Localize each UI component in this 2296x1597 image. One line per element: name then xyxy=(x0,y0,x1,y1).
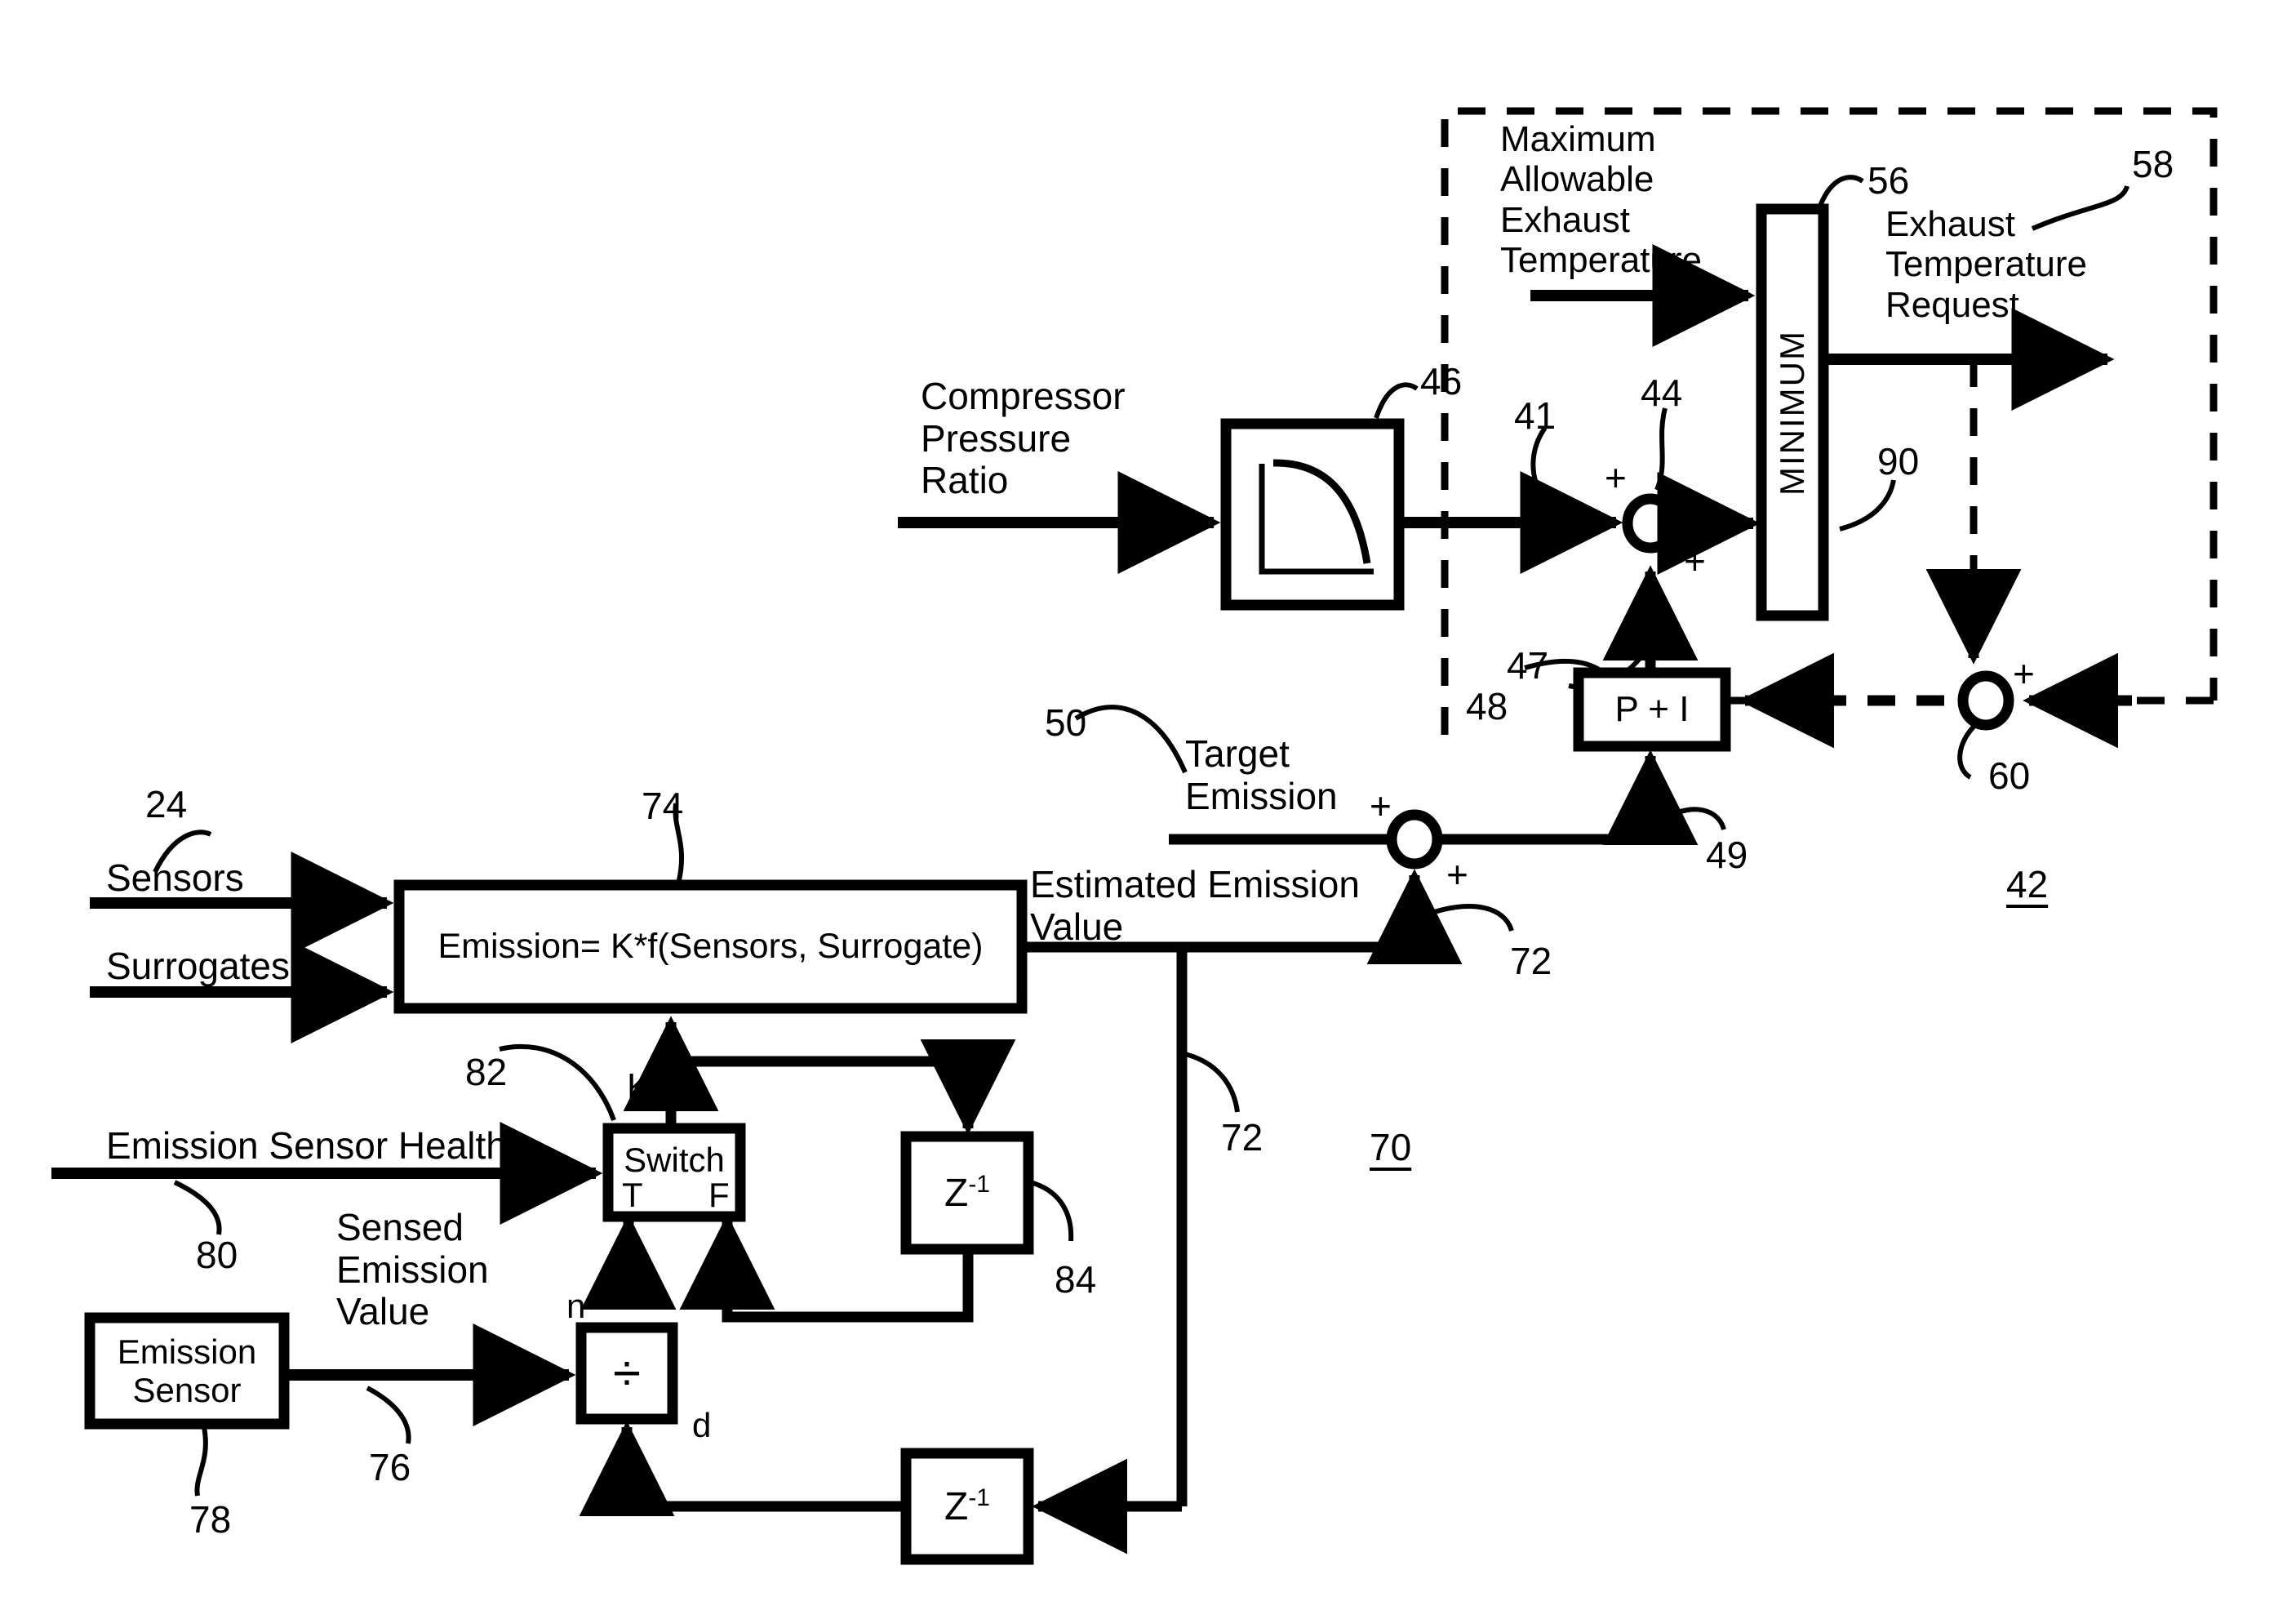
wire-K-to-unit-delay-84 xyxy=(671,1039,1016,1135)
unit-delay-84-label-wrap: Z-1 xyxy=(906,1137,1028,1249)
unit-delay-84-label: Z-1 xyxy=(944,1170,990,1215)
unit-delay-lower-label-wrap: Z-1 xyxy=(906,1453,1028,1559)
label-sensors: Sensors xyxy=(106,856,244,899)
plus-sign-44-bottom: + xyxy=(1684,540,1706,582)
emission-equation-label-wrap: Emission= K*f(Sensors, Surrogate) xyxy=(399,885,1022,1008)
ref-72-b: 72 xyxy=(1221,1116,1263,1159)
switch-input-label-F: F xyxy=(708,1176,730,1214)
plus-sign-50-top: + xyxy=(1370,785,1392,827)
ref-24: 24 xyxy=(145,783,188,825)
ref-76: 76 xyxy=(369,1446,411,1488)
ref-48: 48 xyxy=(1466,685,1508,727)
label-target-emission: Target Emission xyxy=(1185,732,1338,817)
label-maximum-allowable-exhaust-temperature: Maximum Allowable Exhaust Temperature xyxy=(1500,119,1703,280)
switch-input-label-T: T xyxy=(622,1176,643,1214)
switch-block-label: Switch xyxy=(624,1141,725,1179)
ref-46: 46 xyxy=(1420,360,1463,403)
ref-44: 44 xyxy=(1641,371,1683,414)
label-emission-sensor-health: Emission Sensor Health xyxy=(106,1124,507,1167)
ref-47: 47 xyxy=(1507,644,1549,687)
divide-numerator-label: n xyxy=(566,1287,586,1325)
ref-70: 70 xyxy=(1370,1126,1412,1168)
summing-junction-44-circle xyxy=(1622,493,1679,554)
summing-junction-60-circle xyxy=(1957,670,2014,731)
ref-50: 50 xyxy=(1045,701,1087,744)
plus-sign-60: + xyxy=(2013,652,2035,695)
label-estimated-emission-value: Estimated Emission Value xyxy=(1030,863,1360,948)
plus-sign-44-left: + xyxy=(1605,456,1627,499)
emission-equation-label: Emission= K*f(Sensors, Surrogate) xyxy=(437,927,984,966)
ref-74: 74 xyxy=(642,785,684,827)
ref-72: 72 xyxy=(1510,940,1552,982)
divide-block-label: ÷ xyxy=(612,1345,642,1402)
ref-90: 90 xyxy=(1877,440,1920,483)
ref-60: 60 xyxy=(1988,754,2031,797)
label-sensed-emission-value: Sensed Emission Value xyxy=(336,1206,489,1333)
ref-42: 42 xyxy=(2006,863,2049,905)
ref-82: 82 xyxy=(465,1051,508,1093)
label-surrogates: Surrogates xyxy=(106,945,291,987)
figure-canvas: Maximum Allowable Exhaust Temperature 56… xyxy=(0,0,2296,1597)
minimum-block-label-wrap: MINIMUM xyxy=(1761,209,1823,616)
ref-56: 56 xyxy=(1867,159,1910,202)
ref-78: 78 xyxy=(189,1498,232,1541)
lookup-table-block-outline xyxy=(1220,418,1405,611)
divide-block-label-wrap: ÷ xyxy=(581,1328,673,1419)
unit-delay-lower-label: Z-1 xyxy=(944,1484,990,1528)
divide-denominator-label: d xyxy=(692,1406,712,1444)
emission-sensor-label: Emission Sensor xyxy=(117,1332,257,1409)
ref-84: 84 xyxy=(1055,1258,1097,1301)
wire-49-sum50-to-pi xyxy=(1437,750,1699,846)
ref-49: 49 xyxy=(1706,834,1748,876)
plus-sign-50-bottom: + xyxy=(1446,853,1468,896)
pi-controller-label: P + I xyxy=(1614,689,1690,729)
pi-controller-label-wrap: P + I xyxy=(1579,673,1725,746)
switch-output-label-K: K xyxy=(627,1066,651,1106)
minimum-block-label: MINIMUM xyxy=(1773,329,1811,496)
emission-sensor-label-wrap: Emission Sensor xyxy=(90,1318,284,1424)
ref-80: 80 xyxy=(196,1234,238,1276)
ref-58: 58 xyxy=(2132,143,2174,185)
label-exhaust-temperature-request: Exhaust Temperature Request xyxy=(1885,204,2088,325)
summing-junction-50-circle xyxy=(1386,809,1443,870)
ref-41: 41 xyxy=(1514,394,1557,437)
label-compressor-pressure-ratio: Compressor Pressure Ratio xyxy=(921,375,1126,502)
